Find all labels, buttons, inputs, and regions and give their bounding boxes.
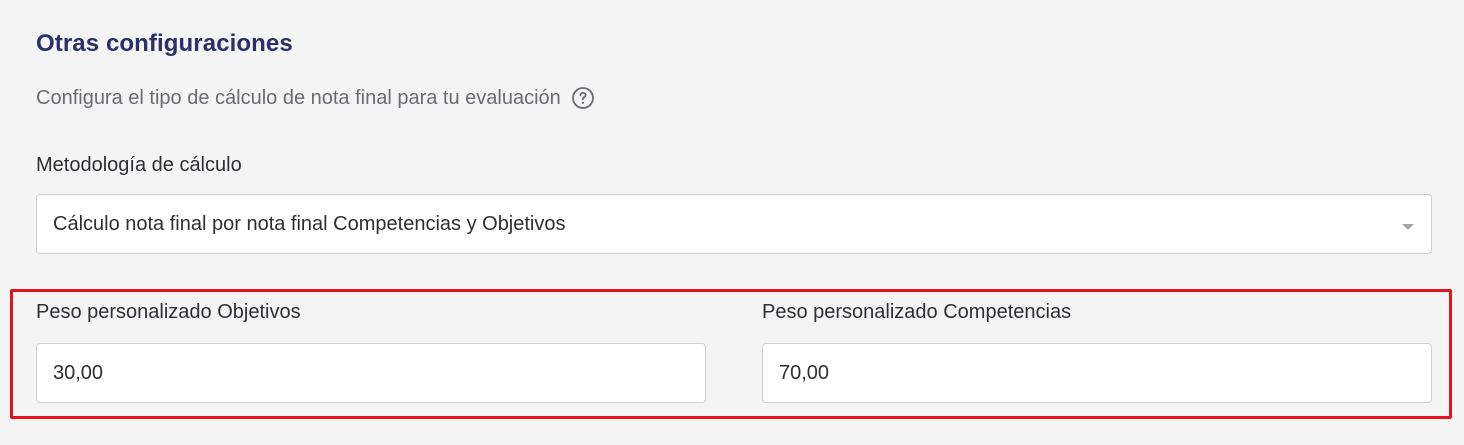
other-settings-panel: Otras configuraciones Configura el tipo … bbox=[0, 0, 1464, 445]
competencies-weight-label: Peso personalizado Competencias bbox=[762, 301, 1072, 323]
chevron-down-icon bbox=[1401, 219, 1415, 230]
section-subtitle: Configura el tipo de cálculo de nota fin… bbox=[36, 86, 561, 109]
section-subtitle-row: Configura el tipo de cálculo de nota fin… bbox=[36, 86, 595, 110]
objectives-weight-input[interactable] bbox=[36, 343, 706, 403]
calculation-method-selected-value: Cálculo nota final por nota final Compet… bbox=[53, 212, 566, 235]
section-title: Otras configuraciones bbox=[36, 30, 293, 57]
question-circle-icon[interactable] bbox=[571, 86, 595, 110]
calculation-method-label: Metodología de cálculo bbox=[36, 154, 242, 176]
calculation-method-select[interactable]: Cálculo nota final por nota final Compet… bbox=[36, 194, 1432, 254]
objectives-weight-label: Peso personalizado Objetivos bbox=[36, 301, 301, 323]
competencies-weight-input[interactable] bbox=[762, 343, 1432, 403]
